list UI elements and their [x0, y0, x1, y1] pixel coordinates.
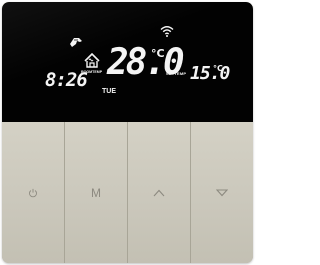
set-temperature: 15.0 — [190, 63, 230, 84]
mode-button[interactable]: M — [65, 122, 127, 263]
triangle-up-icon — [153, 189, 165, 196]
hand-manual-icon — [70, 38, 82, 47]
triangle-down-icon — [216, 188, 228, 196]
clock-time: 8:26 — [45, 69, 88, 91]
up-button[interactable] — [128, 122, 190, 263]
set-temp-label: SETTEMP — [166, 71, 187, 76]
power-button[interactable] — [2, 122, 64, 263]
key-divider — [190, 122, 191, 263]
room-temperature-unit: °C — [151, 47, 165, 60]
key-divider — [64, 122, 65, 263]
key-divider — [127, 122, 128, 263]
weekday: TUE — [102, 88, 116, 95]
down-button[interactable] — [191, 122, 253, 263]
power-icon — [29, 188, 37, 197]
thermostat-panel: ROOMTEMP 28.0 °C 8:26 TUE SETTEMP 15.0 °… — [2, 2, 253, 263]
mode-button-label: M — [91, 185, 101, 200]
lcd-screen: ROOMTEMP 28.0 °C 8:26 TUE SETTEMP 15.0 °… — [2, 2, 253, 122]
set-temperature-unit: °C — [213, 64, 223, 73]
wifi-icon — [160, 26, 174, 37]
home-icon — [84, 53, 100, 68]
